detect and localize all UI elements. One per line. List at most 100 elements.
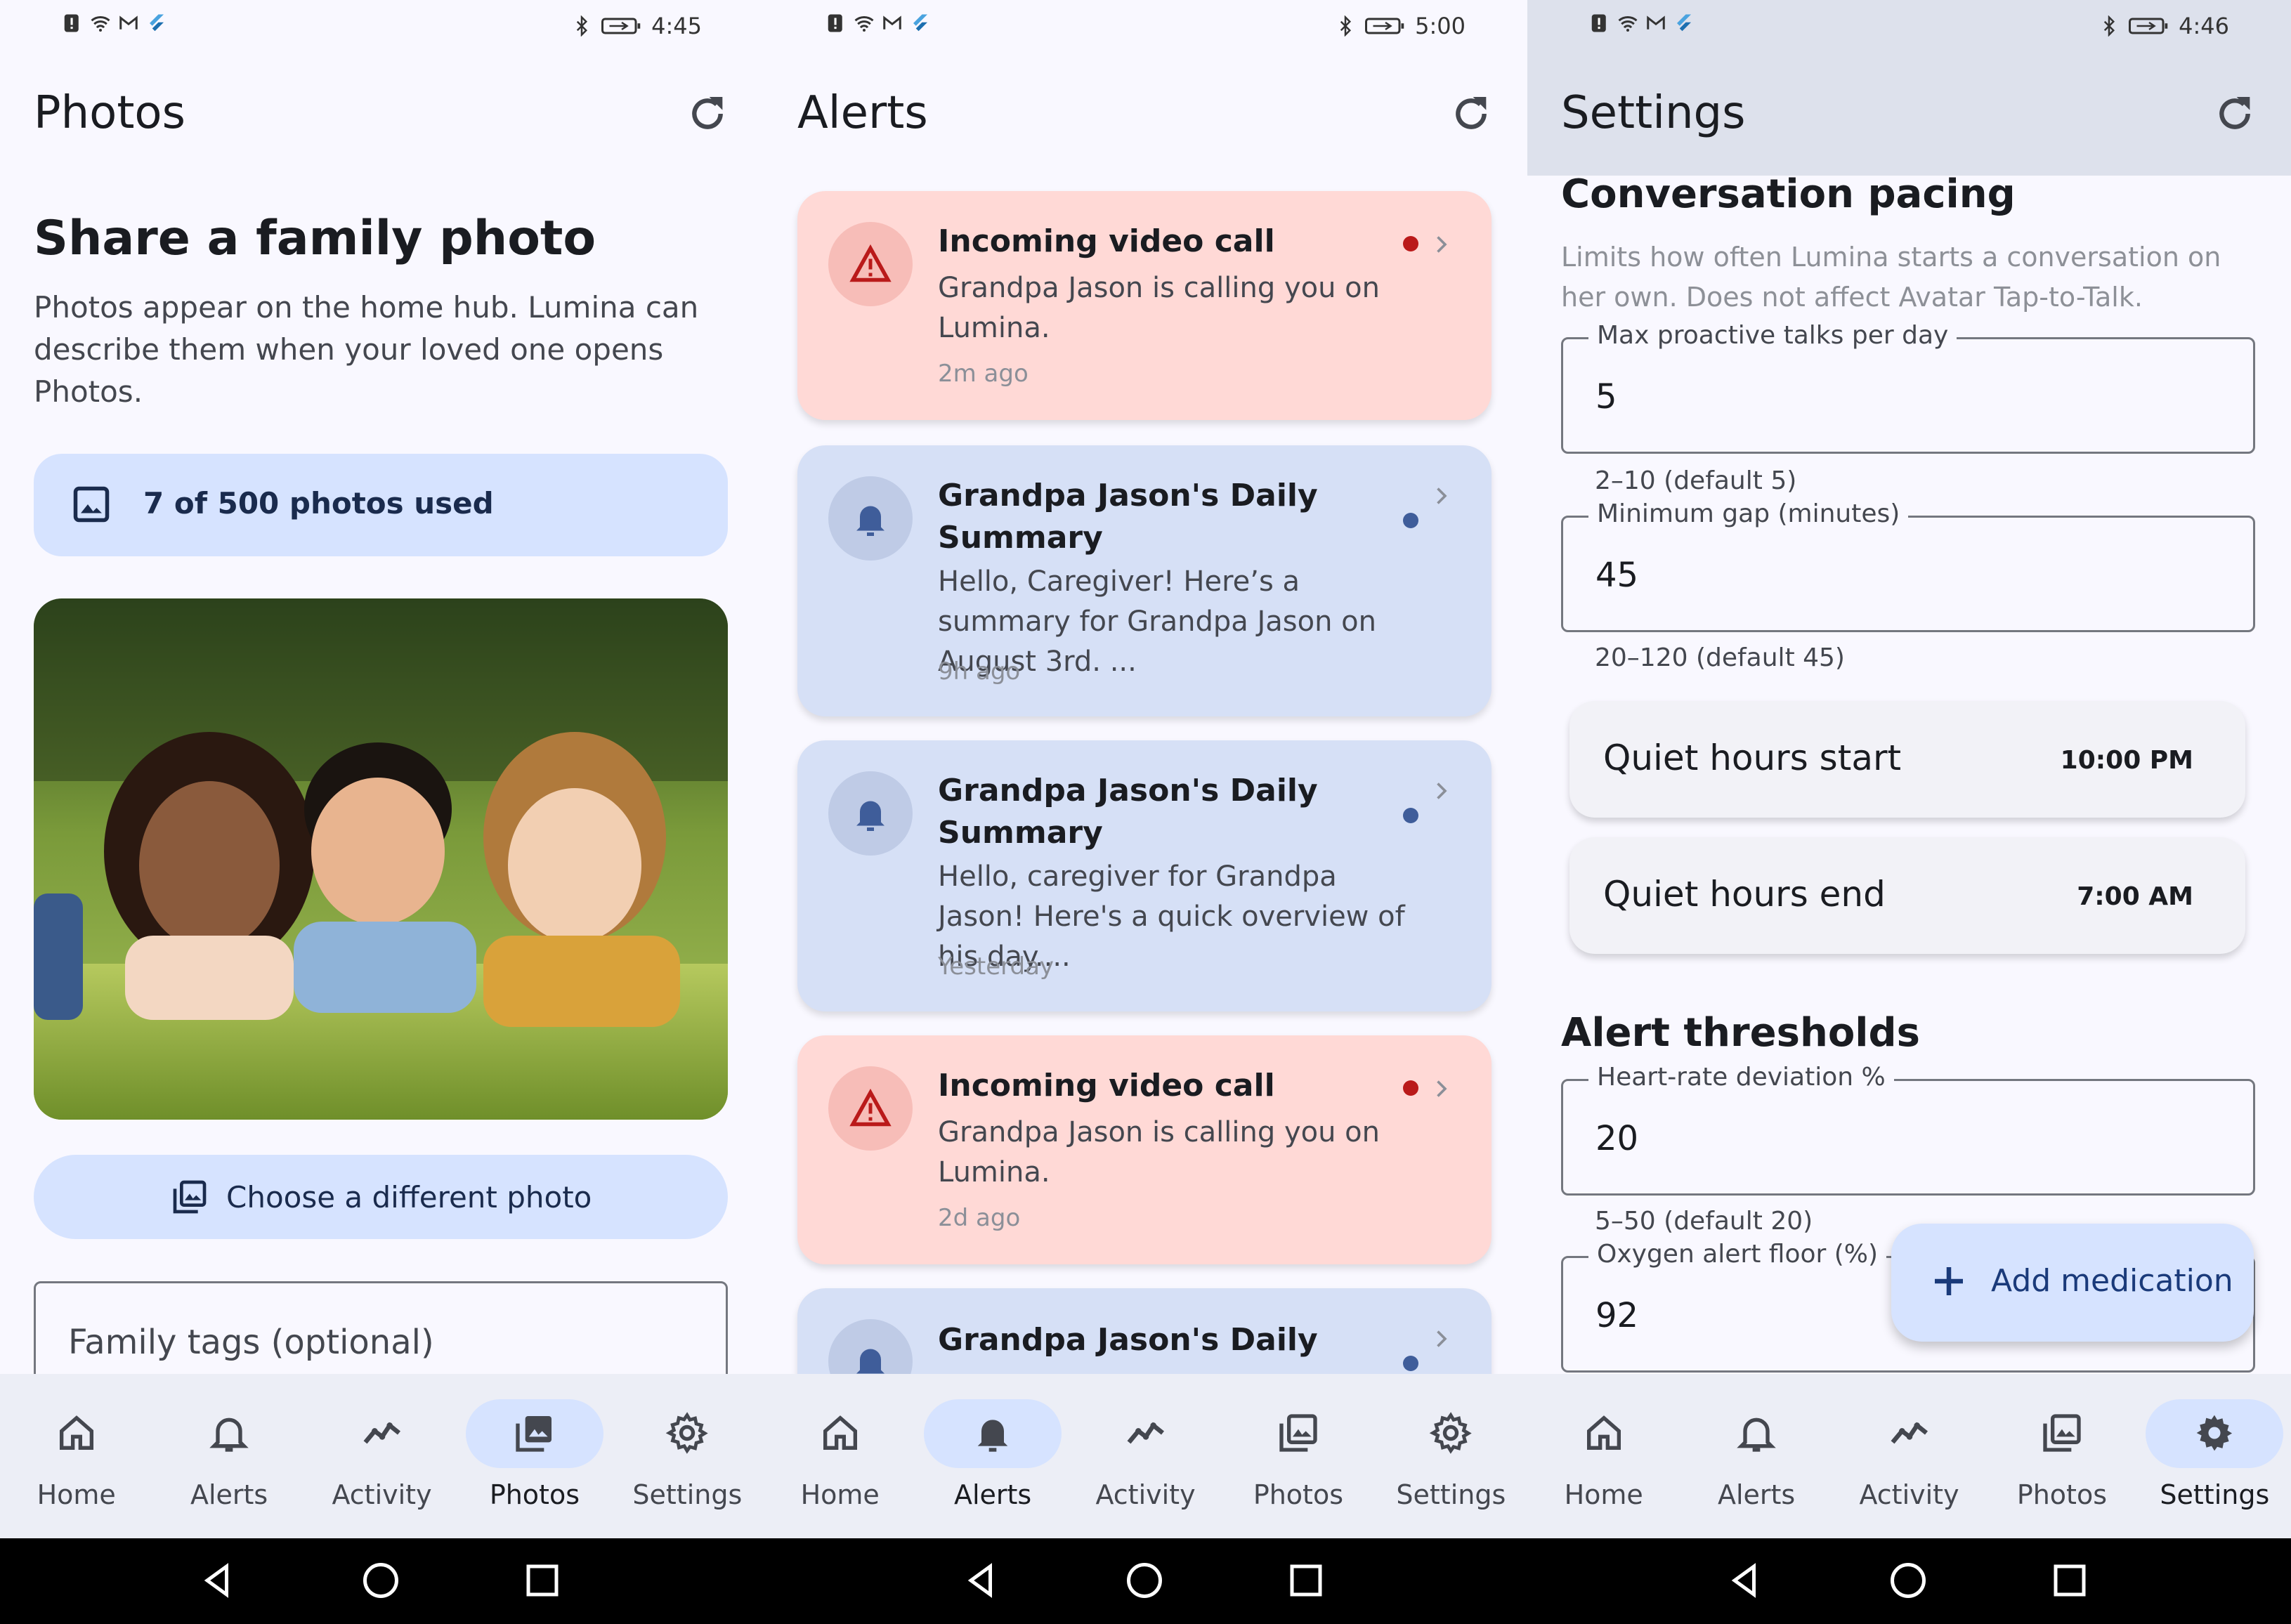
alert-title: Incoming video call	[938, 1068, 1275, 1104]
plus-icon	[1935, 1267, 1963, 1295]
nav-item-settings[interactable]: Settings	[2139, 1374, 2291, 1538]
chevron-right-icon	[1437, 1080, 1447, 1097]
status-bar: 4:45	[0, 0, 764, 56]
nav-item-activity[interactable]: Activity	[1069, 1374, 1222, 1538]
activity-icon	[1127, 1422, 1164, 1444]
nav-label-alerts: Alerts	[190, 1479, 268, 1510]
field-label: Minimum gap (minutes)	[1588, 499, 1909, 528]
wifi-icon	[854, 15, 874, 32]
alerts-screen: 5:00 Alerts Incoming video call Grandpa …	[764, 0, 1527, 1624]
alert-card[interactable]: Incoming video call Grandpa Jason is cal…	[797, 1035, 1492, 1264]
alert-card[interactable]: Incoming video call Grandpa Jason is cal…	[797, 191, 1492, 420]
family-photo-image	[34, 598, 728, 1120]
nav-item-alerts[interactable]: Alerts	[916, 1374, 1069, 1538]
field-value: 45	[1595, 556, 1639, 595]
nav-label-settings: Settings	[632, 1479, 743, 1510]
flutter-icon	[150, 14, 164, 32]
nav-label-home: Home	[800, 1479, 880, 1510]
recents-icon[interactable]	[2049, 1559, 2091, 1602]
page-title: Settings	[1561, 87, 1746, 139]
heart-rate-field[interactable]: Heart-rate deviation % 20	[1561, 1063, 2255, 1196]
add-medication-button[interactable]: Add medication	[1891, 1224, 2254, 1342]
bottom-navigation: Home Alerts Activity Photos Settings	[764, 1374, 1527, 1538]
field-label: Max proactive talks per day	[1588, 321, 1957, 350]
tile-value: 10:00 PM	[2060, 746, 2193, 775]
photo-library-icon	[516, 1416, 551, 1452]
status-time: 4:46	[2179, 13, 2229, 39]
home-icon	[1586, 1415, 1621, 1450]
alert-time: 2d ago	[938, 1204, 1021, 1232]
nav-label-photos: Photos	[1253, 1479, 1344, 1510]
photo-usage-text: 7 of 500 photos used	[143, 486, 494, 520]
alert-card[interactable]: Grandpa Jason's Daily Summary Hello, car…	[797, 740, 1492, 1011]
home-button-icon[interactable]	[360, 1559, 402, 1602]
home-button-icon[interactable]	[1123, 1559, 1166, 1602]
family-photo	[34, 598, 728, 1120]
status-bar: 4:46	[1527, 0, 2291, 56]
field-hint: 5–50 (default 20)	[1595, 1207, 1813, 1236]
flutter-icon	[913, 14, 927, 32]
nav-item-settings[interactable]: Settings	[611, 1374, 764, 1538]
alert-title: Grandpa Jason's Daily Summary	[938, 773, 1318, 851]
field-hint: 2–10 (default 5)	[1595, 466, 1797, 495]
refresh-icon[interactable]	[2212, 91, 2257, 136]
app-bar: Photos	[0, 56, 764, 176]
unread-dot	[1403, 1080, 1418, 1096]
system-navigation-bar	[0, 1538, 764, 1624]
bluetooth-icon	[2104, 15, 2115, 37]
quiet-hours-end-tile[interactable]: Quiet hours end 7:00 AM	[1569, 837, 2245, 954]
alert-notification-icon	[1591, 14, 1606, 32]
bell-icon	[856, 801, 885, 831]
alert-card[interactable]: Grandpa Jason's Daily Summary Hello, Car…	[797, 445, 1492, 716]
battery-icon	[601, 18, 641, 34]
nav-item-alerts[interactable]: Alerts	[152, 1374, 305, 1538]
recents-icon[interactable]	[1285, 1559, 1327, 1602]
home-button-icon[interactable]	[1887, 1559, 1929, 1602]
nav-label-home: Home	[1564, 1479, 1643, 1510]
chevron-right-icon	[1437, 1330, 1447, 1347]
back-icon[interactable]	[197, 1559, 239, 1602]
status-bar: 5:00	[764, 0, 1527, 56]
bottom-navigation: Home Alerts Activity Photos Settings	[0, 1374, 764, 1538]
bell-icon	[209, 1417, 249, 1452]
nav-item-home[interactable]: Home	[0, 1374, 152, 1538]
alert-title: Grandpa Jason's Daily	[938, 1322, 1318, 1358]
nav-item-home[interactable]: Home	[1527, 1374, 1680, 1538]
nav-item-photos[interactable]: Photos	[1985, 1374, 2138, 1538]
nav-item-home[interactable]: Home	[764, 1374, 916, 1538]
back-icon[interactable]	[1724, 1559, 1766, 1602]
unread-dot	[1403, 808, 1418, 823]
family-tags-placeholder: Family tags (optional)	[68, 1323, 434, 1362]
refresh-icon[interactable]	[1449, 91, 1494, 136]
nav-item-photos[interactable]: Photos	[1222, 1374, 1374, 1538]
recents-icon[interactable]	[521, 1559, 563, 1602]
activity-icon	[363, 1422, 400, 1444]
nav-item-activity[interactable]: Activity	[306, 1374, 458, 1538]
battery-icon	[2129, 18, 2168, 34]
field-label: Oxygen alert floor (%)	[1588, 1240, 1887, 1269]
section-description: Photos appear on the home hub. Lumina ca…	[34, 290, 699, 409]
nav-item-alerts[interactable]: Alerts	[1680, 1374, 1832, 1538]
app-bar: Alerts	[764, 56, 1527, 176]
bell-icon	[1737, 1417, 1776, 1452]
nav-item-photos[interactable]: Photos	[458, 1374, 611, 1538]
photos-screen: 4:45 Photos Share a family photo Photos …	[0, 0, 764, 1624]
quiet-hours-start-tile[interactable]: Quiet hours start 10:00 PM	[1569, 701, 2245, 818]
field-label: Heart-rate deviation %	[1588, 1063, 1894, 1092]
min-gap-field[interactable]: Minimum gap (minutes) 45	[1561, 499, 2255, 632]
max-talks-field[interactable]: Max proactive talks per day 5	[1561, 321, 2255, 454]
unread-dot	[1403, 236, 1418, 251]
nav-item-settings[interactable]: Settings	[1375, 1374, 1527, 1538]
nav-label-settings: Settings	[2160, 1479, 2270, 1510]
chevron-right-icon	[1437, 487, 1447, 504]
settings-screen: 4:46 Settings Conversation pacing Limits…	[1527, 0, 2291, 1624]
section-heading-conversation: Conversation pacing	[1561, 171, 2016, 217]
refresh-icon[interactable]	[685, 91, 730, 136]
back-icon[interactable]	[960, 1559, 1003, 1602]
nav-label-alerts: Alerts	[1717, 1479, 1796, 1510]
photo-library-icon	[2043, 1414, 2081, 1452]
choose-photo-button[interactable]: Choose a different photo	[34, 1155, 728, 1239]
chevron-right-icon	[1437, 236, 1447, 253]
nav-item-activity[interactable]: Activity	[1833, 1374, 1985, 1538]
field-hint: 20–120 (default 45)	[1595, 643, 1845, 672]
